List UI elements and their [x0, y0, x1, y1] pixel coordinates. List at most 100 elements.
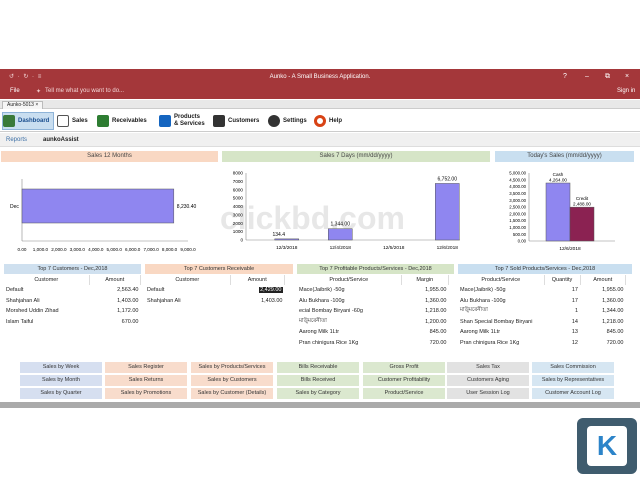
table-cell[interactable]: Pran chinigura Rice 1Kg [297, 338, 401, 349]
table-cell[interactable]: মাউুমরেনীতা [458, 306, 544, 317]
table-cell[interactable]: 2,563.40 [89, 285, 141, 296]
report-button-sales-by-promotions[interactable]: Sales by Promotions [105, 388, 187, 399]
table-cell[interactable]: Islam Taiful [4, 317, 89, 328]
table-row[interactable]: Pran chinigura Rice 1Kg 12 720.00 [458, 338, 626, 349]
tell-me-box[interactable]: Tell me what you want to do... [45, 88, 124, 94]
report-button-sales-by-representatives[interactable]: Sales by Representatives [532, 375, 614, 386]
table-row[interactable]: মাউুমরেনীতা 1,200.00 [297, 317, 449, 328]
table-cell[interactable]: Default [4, 285, 89, 296]
report-button-customer-account-log[interactable]: Customer Account Log [532, 388, 614, 399]
table-row[interactable]: Aarong Milk 1Ltr 13 845.00 [458, 327, 626, 338]
table-row[interactable]: Shahjahan Ali 1,403.00 [145, 296, 285, 307]
table-cell[interactable]: Mace(Jaibrik) -50g [458, 285, 544, 296]
table-cell[interactable]: 845.00 [580, 327, 626, 338]
report-button-bills-received[interactable]: Bills Received [277, 375, 359, 386]
table-cell[interactable]: 1,403.00 [89, 296, 141, 307]
table-cell[interactable]: 14 [544, 317, 580, 328]
table-cell[interactable]: Alu Bukhara -100g [297, 296, 401, 307]
table-cell[interactable]: 2,429.00 [230, 285, 285, 296]
table-cell[interactable]: 1,200.00 [401, 317, 449, 328]
report-button-sales-by-customers[interactable]: Sales by Customers [191, 375, 273, 386]
report-button-sales-by-products-services[interactable]: Sales by Products/Services [191, 362, 273, 373]
receivable-grid[interactable]: Customer Amount Default 2,429.00 Shahjahan … [145, 275, 285, 306]
report-button-sales-by-week[interactable]: Sales by Week [20, 362, 102, 373]
table-cell[interactable]: 1,344.00 [580, 306, 626, 317]
table-cell[interactable]: 1,955.00 [580, 285, 626, 296]
table-cell[interactable]: Alu Bukhara -100g [458, 296, 544, 307]
report-button-bills-receivable[interactable]: Bills Receivable [277, 362, 359, 373]
report-button-sales-commission[interactable]: Sales Commission [532, 362, 614, 373]
table-row[interactable]: Shan Special Bombay Biryani 14 1,218.00 [458, 317, 626, 328]
doc-tab-aunko[interactable]: Aunko-5013 × [2, 101, 44, 109]
report-button-sales-by-quarter[interactable]: Sales by Quarter [20, 388, 102, 399]
table-cell[interactable]: Mace(Jaibrik) -50g [297, 285, 401, 296]
profitable-grid[interactable]: Product/Service Margin Mace(Jaibrik) -50g… [297, 275, 449, 348]
minimize-button[interactable]: – [585, 73, 589, 80]
table-cell[interactable]: 17 [544, 285, 580, 296]
table-row[interactable]: Shahjahan Ali 1,403.00 [4, 296, 141, 307]
report-button-product-service[interactable]: Product/Service [363, 388, 445, 399]
report-button-sales-tax[interactable]: Sales Tax [447, 362, 529, 373]
table-row[interactable]: ecial Bombay Biryani -60g 1,218.00 [297, 306, 449, 317]
selected-cell-text[interactable]: 2,429.00 [259, 287, 283, 294]
report-button-gross-profit[interactable]: Gross Profit [363, 362, 445, 373]
close-icon[interactable]: × [35, 102, 38, 108]
table-cell[interactable]: Shan Special Bombay Biryani [458, 317, 544, 328]
table-row[interactable]: Mace(Jaibrik) -50g 17 1,955.00 [458, 285, 626, 296]
table-cell[interactable]: 12 [544, 338, 580, 349]
close-button[interactable]: × [625, 73, 629, 80]
table-cell[interactable]: Aarong Milk 1Ltr [297, 327, 401, 338]
report-button-sales-returns[interactable]: Sales Returns [105, 375, 187, 386]
table-cell[interactable]: Morshed Uddin Zihad [4, 306, 89, 317]
file-menu[interactable]: File [10, 88, 20, 94]
reports-link[interactable]: Reports [6, 137, 27, 143]
table-cell[interactable]: 670.00 [89, 317, 141, 328]
bottom-scrollbar[interactable] [0, 402, 640, 408]
table-row[interactable]: মাউুমরেনীতা 1 1,344.00 [458, 306, 626, 317]
table-cell[interactable]: ecial Bombay Biryani -60g [297, 306, 401, 317]
table-cell[interactable]: 1,172.00 [89, 306, 141, 317]
table-cell[interactable]: 1,403.00 [230, 296, 285, 307]
table-row[interactable]: Islam Taiful 670.00 [4, 317, 141, 328]
report-button-sales-by-month[interactable]: Sales by Month [20, 375, 102, 386]
report-button-customer-profitability[interactable]: Customer Profitability [363, 375, 445, 386]
table-row[interactable]: Pran chinigura Rice 1Kg 720.00 [297, 338, 449, 349]
table-cell[interactable]: 1 [544, 306, 580, 317]
report-button-sales-by-category[interactable]: Sales by Category [277, 388, 359, 399]
ribbon-sales[interactable]: Sales [57, 112, 93, 130]
help-button[interactable]: ? [563, 73, 567, 80]
table-cell[interactable]: 17 [544, 296, 580, 307]
table-cell[interactable]: 1,360.00 [401, 296, 449, 307]
report-button-sales-register[interactable]: Sales Register [105, 362, 187, 373]
table-cell[interactable]: Shahjahan Ali [4, 296, 89, 307]
table-row[interactable]: Alu Bukhara -100g 1,360.00 [297, 296, 449, 307]
ribbon-help[interactable]: Help [314, 112, 348, 130]
table-cell[interactable]: মাউুমরেনীতা [297, 317, 401, 328]
table-cell[interactable]: Pran chinigura Rice 1Kg [458, 338, 544, 349]
restore-button[interactable]: ⧉ [605, 73, 610, 81]
table-row[interactable]: Default 2,429.00 [145, 285, 285, 296]
ribbon-products[interactable]: Products & Services [159, 112, 209, 130]
table-row[interactable]: Alu Bukhara -100g 17 1,360.00 [458, 296, 626, 307]
table-cell[interactable]: Shahjahan Ali [145, 296, 230, 307]
customers-grid[interactable]: Customer Amount Default 2,563.40 Shahjahan … [4, 275, 141, 327]
table-row[interactable]: Aarong Milk 1Ltr 845.00 [297, 327, 449, 338]
report-button-customers-aging[interactable]: Customers Aging [447, 375, 529, 386]
table-cell[interactable]: 1,360.00 [580, 296, 626, 307]
table-cell[interactable]: 13 [544, 327, 580, 338]
ribbon-dashboard[interactable]: Dashboard [2, 112, 54, 130]
report-button-user-session-log[interactable]: User Session Log [447, 388, 529, 399]
table-cell[interactable]: 720.00 [401, 338, 449, 349]
table-cell[interactable]: 720.00 [580, 338, 626, 349]
table-cell[interactable]: 1,955.00 [401, 285, 449, 296]
table-cell[interactable]: 1,218.00 [580, 317, 626, 328]
ribbon-receivables[interactable]: Receivables [97, 112, 155, 130]
table-cell[interactable]: 845.00 [401, 327, 449, 338]
table-row[interactable]: Mace(Jaibrik) -50g 1,955.00 [297, 285, 449, 296]
table-row[interactable]: Default 2,563.40 [4, 285, 141, 296]
signin-link[interactable]: Sign in [617, 88, 635, 94]
table-cell[interactable]: 1,218.00 [401, 306, 449, 317]
table-row[interactable]: Morshed Uddin Zihad 1,172.00 [4, 306, 141, 317]
report-button-sales-by-customer-details[interactable]: Sales by Customer (Details) [191, 388, 273, 399]
sold-grid[interactable]: Product/Service Quantity Amount Mace(Jaibr… [458, 275, 626, 348]
